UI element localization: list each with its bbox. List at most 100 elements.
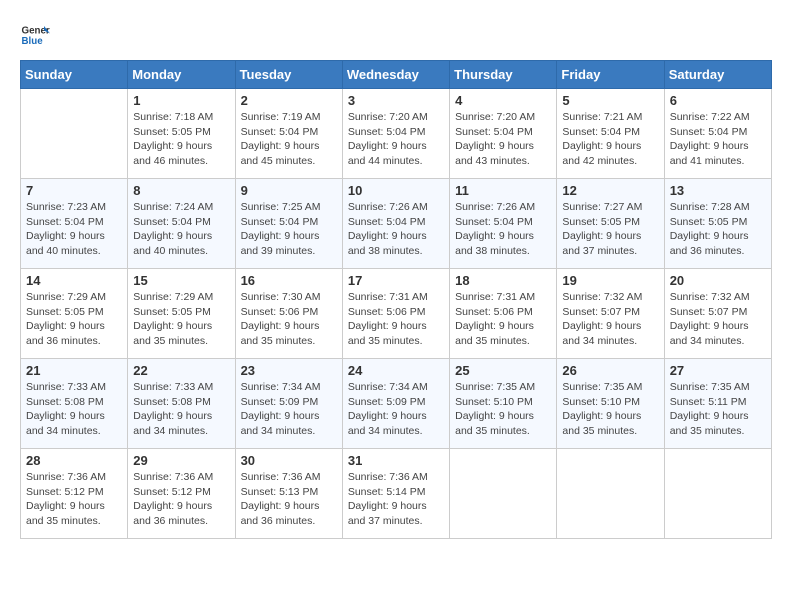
day-number: 10 bbox=[348, 183, 444, 198]
day-info: Sunrise: 7:36 AM Sunset: 5:12 PM Dayligh… bbox=[133, 470, 229, 529]
calendar-cell: 30Sunrise: 7:36 AM Sunset: 5:13 PM Dayli… bbox=[235, 449, 342, 539]
header-row: SundayMondayTuesdayWednesdayThursdayFrid… bbox=[21, 61, 772, 89]
day-info: Sunrise: 7:36 AM Sunset: 5:14 PM Dayligh… bbox=[348, 470, 444, 529]
day-info: Sunrise: 7:31 AM Sunset: 5:06 PM Dayligh… bbox=[348, 290, 444, 349]
calendar-cell: 17 Sunrise: 7:31 AM Sunset: 5:06 PM Dayli… bbox=[342, 269, 449, 359]
calendar-cell: 21 Sunrise: 7:33 AM Sunset: 5:08 PM Dayli… bbox=[21, 359, 128, 449]
day-number: 2 bbox=[241, 93, 337, 108]
day-info: Sunrise: 7:29 AM Sunset: 5:05 PM Dayligh… bbox=[133, 290, 229, 349]
calendar-cell bbox=[664, 449, 771, 539]
day-number: 21 bbox=[26, 363, 122, 378]
day-info: Sunrise: 7:26 AM Sunset: 5:04 PM Dayligh… bbox=[348, 200, 444, 259]
column-header-tuesday: Tuesday bbox=[235, 61, 342, 89]
calendar-cell: 8 Sunrise: 7:24 AM Sunset: 5:04 PM Daylig… bbox=[128, 179, 235, 269]
day-info: Sunrise: 7:34 AM Sunset: 5:09 PM Dayligh… bbox=[348, 380, 444, 439]
day-info: Sunrise: 7:24 AM Sunset: 5:04 PM Dayligh… bbox=[133, 200, 229, 259]
calendar-cell: 29 Sunrise: 7:36 AM Sunset: 5:12 PM Dayli… bbox=[128, 449, 235, 539]
day-number: 1 bbox=[133, 93, 229, 108]
day-number: 3 bbox=[348, 93, 444, 108]
calendar-cell: 22 Sunrise: 7:33 AM Sunset: 5:08 PM Dayli… bbox=[128, 359, 235, 449]
week-row-3: 14 Sunrise: 7:29 AM Sunset: 5:05 PM Dayli… bbox=[21, 269, 772, 359]
calendar-cell: 13 Sunrise: 7:28 AM Sunset: 5:05 PM Dayli… bbox=[664, 179, 771, 269]
calendar-cell: 2 Sunrise: 7:19 AM Sunset: 5:04 PM Daylig… bbox=[235, 89, 342, 179]
calendar-cell: 9 Sunrise: 7:25 AM Sunset: 5:04 PM Daylig… bbox=[235, 179, 342, 269]
week-row-2: 7Sunrise: 7:23 AM Sunset: 5:04 PM Daylig… bbox=[21, 179, 772, 269]
column-header-saturday: Saturday bbox=[664, 61, 771, 89]
week-row-1: 1 Sunrise: 7:18 AM Sunset: 5:05 PM Daylig… bbox=[21, 89, 772, 179]
day-number: 29 bbox=[133, 453, 229, 468]
calendar-cell: 19 Sunrise: 7:32 AM Sunset: 5:07 PM Dayli… bbox=[557, 269, 664, 359]
day-number: 4 bbox=[455, 93, 551, 108]
calendar-cell: 5 Sunrise: 7:21 AM Sunset: 5:04 PM Daylig… bbox=[557, 89, 664, 179]
day-number: 22 bbox=[133, 363, 229, 378]
calendar-cell: 11Sunrise: 7:26 AM Sunset: 5:04 PM Dayli… bbox=[450, 179, 557, 269]
column-header-sunday: Sunday bbox=[21, 61, 128, 89]
calendar-cell bbox=[450, 449, 557, 539]
day-number: 27 bbox=[670, 363, 766, 378]
day-info: Sunrise: 7:33 AM Sunset: 5:08 PM Dayligh… bbox=[26, 380, 122, 439]
calendar-cell: 16 Sunrise: 7:30 AM Sunset: 5:06 PM Dayli… bbox=[235, 269, 342, 359]
day-info: Sunrise: 7:36 AM Sunset: 5:12 PM Dayligh… bbox=[26, 470, 122, 529]
day-info: Sunrise: 7:35 AM Sunset: 5:10 PM Dayligh… bbox=[562, 380, 658, 439]
day-info: Sunrise: 7:27 AM Sunset: 5:05 PM Dayligh… bbox=[562, 200, 658, 259]
calendar-cell: 25 Sunrise: 7:35 AM Sunset: 5:10 PM Dayli… bbox=[450, 359, 557, 449]
day-number: 5 bbox=[562, 93, 658, 108]
calendar-cell: 1 Sunrise: 7:18 AM Sunset: 5:05 PM Daylig… bbox=[128, 89, 235, 179]
day-info: Sunrise: 7:35 AM Sunset: 5:10 PM Dayligh… bbox=[455, 380, 551, 439]
day-number: 23 bbox=[241, 363, 337, 378]
day-info: Sunrise: 7:33 AM Sunset: 5:08 PM Dayligh… bbox=[133, 380, 229, 439]
day-info: Sunrise: 7:21 AM Sunset: 5:04 PM Dayligh… bbox=[562, 110, 658, 169]
day-info: Sunrise: 7:35 AM Sunset: 5:11 PM Dayligh… bbox=[670, 380, 766, 439]
day-number: 6 bbox=[670, 93, 766, 108]
day-info: Sunrise: 7:34 AM Sunset: 5:09 PM Dayligh… bbox=[241, 380, 337, 439]
column-header-monday: Monday bbox=[128, 61, 235, 89]
day-info: Sunrise: 7:19 AM Sunset: 5:04 PM Dayligh… bbox=[241, 110, 337, 169]
calendar-cell: 28 Sunrise: 7:36 AM Sunset: 5:12 PM Dayli… bbox=[21, 449, 128, 539]
page-header: General Blue bbox=[20, 20, 772, 50]
day-number: 16 bbox=[241, 273, 337, 288]
day-number: 12 bbox=[562, 183, 658, 198]
calendar-table: SundayMondayTuesdayWednesdayThursdayFrid… bbox=[20, 60, 772, 539]
calendar-cell: 18Sunrise: 7:31 AM Sunset: 5:06 PM Dayli… bbox=[450, 269, 557, 359]
column-header-wednesday: Wednesday bbox=[342, 61, 449, 89]
day-info: Sunrise: 7:32 AM Sunset: 5:07 PM Dayligh… bbox=[562, 290, 658, 349]
calendar-cell: 27 Sunrise: 7:35 AM Sunset: 5:11 PM Dayli… bbox=[664, 359, 771, 449]
calendar-cell: 14 Sunrise: 7:29 AM Sunset: 5:05 PM Dayli… bbox=[21, 269, 128, 359]
day-number: 15 bbox=[133, 273, 229, 288]
day-number: 17 bbox=[348, 273, 444, 288]
calendar-cell: 3 Sunrise: 7:20 AM Sunset: 5:04 PM Daylig… bbox=[342, 89, 449, 179]
day-number: 26 bbox=[562, 363, 658, 378]
day-number: 9 bbox=[241, 183, 337, 198]
logo-icon: General Blue bbox=[20, 20, 50, 50]
calendar-cell: 10 Sunrise: 7:26 AM Sunset: 5:04 PM Dayli… bbox=[342, 179, 449, 269]
day-info: Sunrise: 7:30 AM Sunset: 5:06 PM Dayligh… bbox=[241, 290, 337, 349]
column-header-friday: Friday bbox=[557, 61, 664, 89]
week-row-5: 28 Sunrise: 7:36 AM Sunset: 5:12 PM Dayli… bbox=[21, 449, 772, 539]
day-info: Sunrise: 7:29 AM Sunset: 5:05 PM Dayligh… bbox=[26, 290, 122, 349]
day-info: Sunrise: 7:20 AM Sunset: 5:04 PM Dayligh… bbox=[348, 110, 444, 169]
calendar-cell: 15 Sunrise: 7:29 AM Sunset: 5:05 PM Dayli… bbox=[128, 269, 235, 359]
calendar-cell: 23 Sunrise: 7:34 AM Sunset: 5:09 PM Dayli… bbox=[235, 359, 342, 449]
calendar-cell: 24Sunrise: 7:34 AM Sunset: 5:09 PM Dayli… bbox=[342, 359, 449, 449]
day-number: 19 bbox=[562, 273, 658, 288]
day-number: 31 bbox=[348, 453, 444, 468]
day-info: Sunrise: 7:25 AM Sunset: 5:04 PM Dayligh… bbox=[241, 200, 337, 259]
day-info: Sunrise: 7:32 AM Sunset: 5:07 PM Dayligh… bbox=[670, 290, 766, 349]
day-number: 30 bbox=[241, 453, 337, 468]
day-number: 8 bbox=[133, 183, 229, 198]
calendar-cell: 31 Sunrise: 7:36 AM Sunset: 5:14 PM Dayli… bbox=[342, 449, 449, 539]
day-number: 28 bbox=[26, 453, 122, 468]
calendar-cell: 7Sunrise: 7:23 AM Sunset: 5:04 PM Daylig… bbox=[21, 179, 128, 269]
calendar-cell: 26 Sunrise: 7:35 AM Sunset: 5:10 PM Dayli… bbox=[557, 359, 664, 449]
day-info: Sunrise: 7:18 AM Sunset: 5:05 PM Dayligh… bbox=[133, 110, 229, 169]
day-number: 20 bbox=[670, 273, 766, 288]
calendar-cell: 12 Sunrise: 7:27 AM Sunset: 5:05 PM Dayli… bbox=[557, 179, 664, 269]
day-number: 18 bbox=[455, 273, 551, 288]
day-number: 14 bbox=[26, 273, 122, 288]
day-number: 25 bbox=[455, 363, 551, 378]
day-info: Sunrise: 7:28 AM Sunset: 5:05 PM Dayligh… bbox=[670, 200, 766, 259]
calendar-cell: 20 Sunrise: 7:32 AM Sunset: 5:07 PM Dayli… bbox=[664, 269, 771, 359]
day-info: Sunrise: 7:22 AM Sunset: 5:04 PM Dayligh… bbox=[670, 110, 766, 169]
day-number: 13 bbox=[670, 183, 766, 198]
week-row-4: 21 Sunrise: 7:33 AM Sunset: 5:08 PM Dayli… bbox=[21, 359, 772, 449]
